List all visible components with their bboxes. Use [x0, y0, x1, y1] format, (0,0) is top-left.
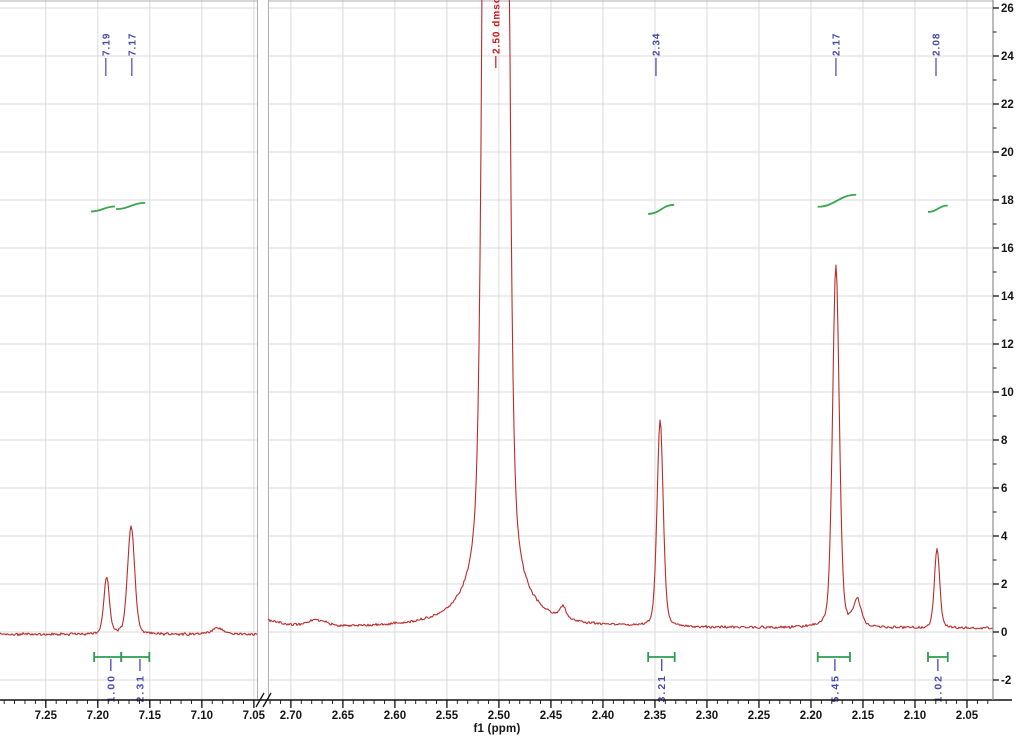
y-axis-tick-label: 16 [1001, 243, 1014, 255]
y-axis-tick-label: -2 [1001, 675, 1011, 687]
y-axis-tick-label: 12 [1001, 339, 1014, 351]
x-axis-tick-label: 2.10 [904, 710, 926, 722]
y-axis-tick-label: 4 [1001, 531, 1008, 543]
x-axis-tick-label: 7.10 [191, 710, 213, 722]
x-axis-title: f1 (ppm) [437, 723, 557, 735]
x-axis-tick-label: 2.55 [436, 710, 459, 722]
y-axis-tick-label: 6 [1001, 483, 1007, 495]
y-axis-tick-label: 8 [1001, 435, 1008, 447]
x-axis: 7.25 7.20 7.15 7.10 7.05 2.70 2.65 2.60 2.55 2.50… [0, 693, 1012, 722]
integral-value: 1.00 [105, 674, 117, 702]
peak-label[interactable]: 7.17 [127, 33, 138, 56]
x-axis-tick-label: 2.15 [852, 710, 875, 722]
y-axis-tick-label: 10 [1001, 387, 1014, 399]
integral-curve [116, 203, 145, 209]
x-axis-tick-label: 2.25 [748, 710, 771, 722]
y-axis-tick-label: 26 [1001, 3, 1014, 15]
integral-curve [928, 206, 948, 212]
integral-value: 5.45 [829, 674, 841, 702]
spectrum-trace [0, 0, 993, 636]
y-axis-tick-label: 14 [1001, 291, 1014, 303]
peak-labels: 7.19 7.17 2.50 dmso 2.34 2.17 2.08 [101, 0, 942, 76]
integral-curves [91, 195, 948, 214]
peak-label[interactable]: 2.08 [931, 33, 942, 56]
x-axis-tick-label: 7.25 [35, 710, 58, 722]
nmr-spectrum-view[interactable]: 1.00 2.31 3.21 5.45 1.02 7.19 7.17 2.50 dmso 2.3… [0, 0, 1024, 747]
x-axis-tick-label: 7.20 [87, 710, 109, 722]
y-axis-tick-label: 0 [1001, 627, 1007, 639]
x-axis-tick-label: 2.65 [332, 710, 355, 722]
x-axis-tick-label: 2.40 [592, 710, 614, 722]
x-axis-tick-label: 2.20 [800, 710, 822, 722]
integral-value: 2.31 [134, 674, 146, 702]
x-axis-tick-label: 2.35 [644, 710, 667, 722]
y-axis-tick-label: 24 [1001, 51, 1014, 63]
peak-label[interactable]: 2.17 [831, 33, 842, 56]
integral-curve [648, 205, 674, 214]
y-axis-tick-label: 20 [1001, 147, 1014, 159]
x-axis-tick-label: 7.05 [243, 710, 266, 722]
integral-curve [818, 195, 856, 207]
peak-label[interactable]: 7.19 [101, 33, 112, 56]
x-axis-tick-label: 2.60 [384, 710, 406, 722]
x-axis-tick-label: 2.50 [488, 710, 510, 722]
x-axis-tick-label: 2.45 [540, 710, 563, 722]
peak-label[interactable]: 2.34 [651, 33, 662, 56]
x-axis-tick-label: 2.30 [696, 710, 718, 722]
trace-aromatic-region [0, 526, 257, 636]
integral-curve [91, 206, 115, 211]
y-axis-tick-label: 22 [1001, 99, 1014, 111]
x-axis-tick-label: 7.15 [139, 710, 162, 722]
y-axis: -202468101214161820222426 [993, 0, 1014, 700]
y-axis-tick-label: 2 [1001, 579, 1007, 591]
solvent-peak-label[interactable]: 2.50 dmso [491, 0, 502, 54]
y-axis-tick-label: 18 [1001, 195, 1014, 207]
trace-aliphatic-region [268, 0, 993, 629]
spectrum-canvas: 1.00 2.31 3.21 5.45 1.02 7.19 7.17 2.50 dmso 2.3… [0, 0, 1024, 747]
integral-value: 1.02 [932, 674, 944, 702]
x-axis-tick-label: 2.70 [280, 710, 302, 722]
integral-regions: 1.00 2.31 3.21 5.45 1.02 [94, 652, 948, 702]
integral-value: 3.21 [656, 674, 668, 702]
x-axis-tick-label: 2.05 [956, 710, 979, 722]
